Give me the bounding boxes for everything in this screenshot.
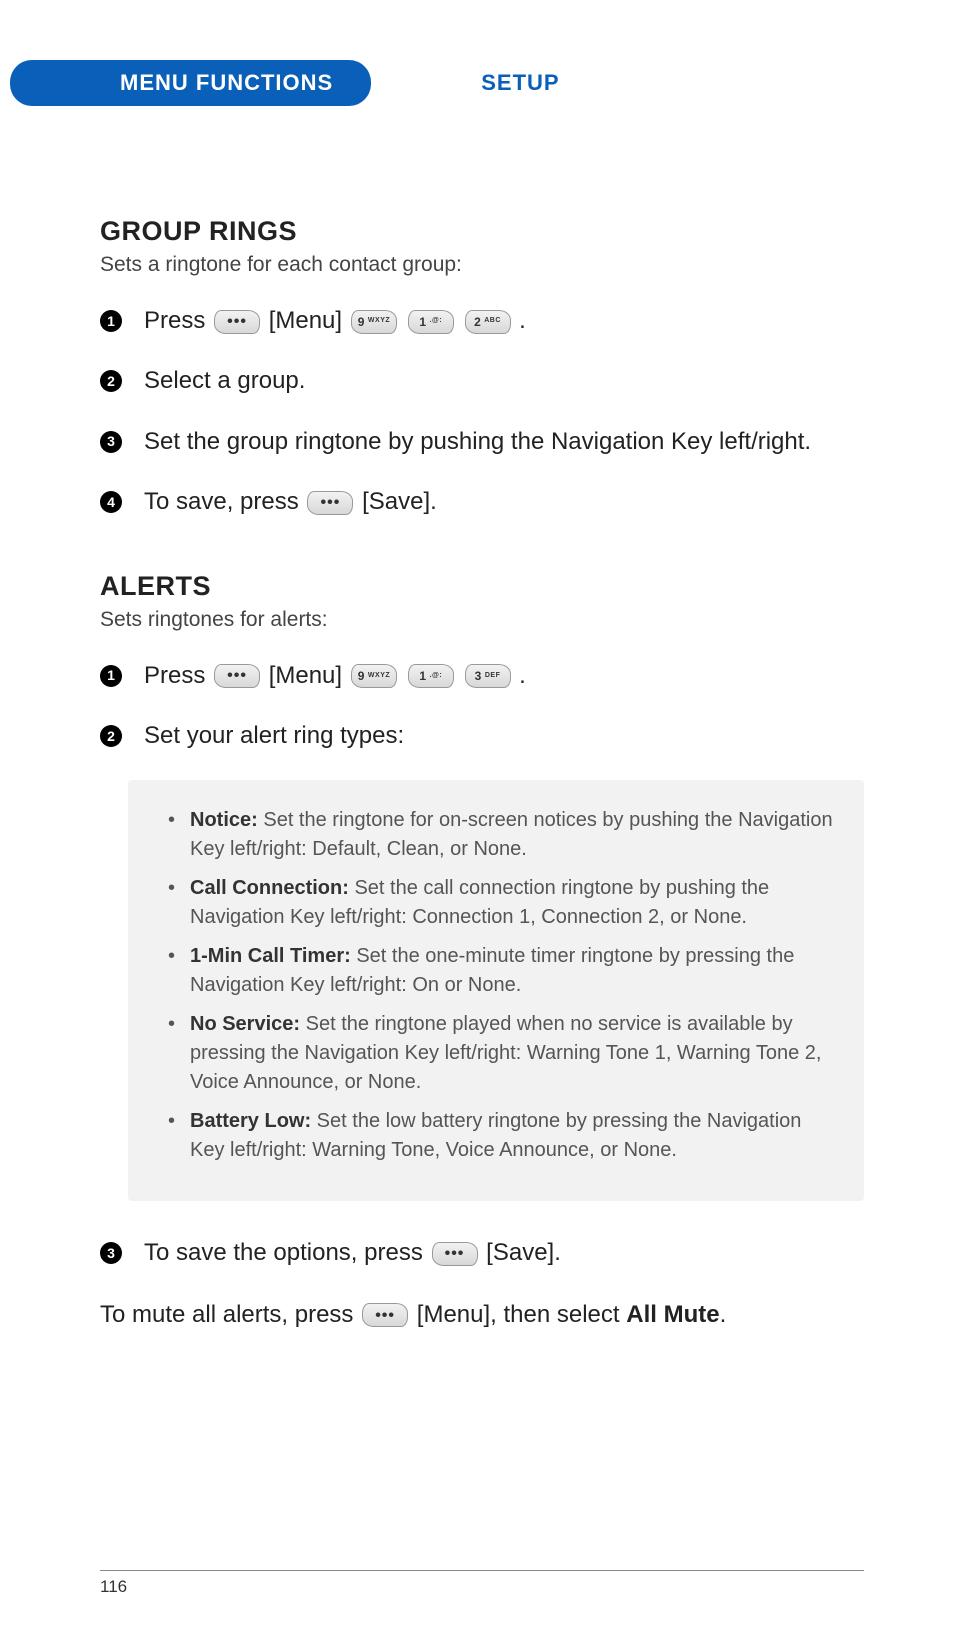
step-marker-icon: 3: [100, 431, 122, 453]
key-1-icon: 1.@:: [408, 664, 454, 688]
step-3: 3 To save the options, press ••• [Save].: [100, 1237, 864, 1269]
step-2: 2 Select a group.: [100, 365, 864, 397]
alert-type-item: Battery Low: Set the low battery rington…: [168, 1107, 834, 1165]
menu-label: [Menu]: [269, 307, 342, 334]
step-marker-icon: 3: [100, 1242, 122, 1264]
menu-label: [Menu]: [269, 662, 342, 689]
step-text: Press: [144, 307, 212, 334]
save-label: [Save].: [486, 1239, 561, 1266]
step-1: 1 Press ••• [Menu] 9WXYZ 1.@: 3DEF .: [100, 660, 864, 692]
save-key-icon: •••: [432, 1242, 478, 1266]
step-marker-icon: 4: [100, 491, 122, 513]
step-2: 2 Set your alert ring types:: [100, 720, 864, 752]
save-label: [Save].: [362, 488, 437, 515]
key-3-icon: 3DEF: [465, 664, 511, 688]
setup-label: SETUP: [481, 70, 559, 96]
group-rings-heading: GROUP RINGS: [100, 216, 864, 247]
page-header: MENU FUNCTIONS SETUP: [70, 60, 864, 106]
step-3: 3 Set the group ringtone by pushing the …: [100, 426, 864, 458]
step-text: Select a group.: [144, 365, 864, 397]
alerts-steps-part1: 1 Press ••• [Menu] 9WXYZ 1.@: 3DEF . 2 S…: [100, 660, 864, 753]
step-text: Press: [144, 662, 212, 689]
key-9-icon: 9WXYZ: [351, 664, 397, 688]
key-2-icon: 2ABC: [465, 310, 511, 334]
alert-type-item: 1-Min Call Timer: Set the one-minute tim…: [168, 942, 834, 1000]
alerts-steps-part2: 3 To save the options, press ••• [Save].: [100, 1237, 864, 1269]
page-number: 116: [100, 1577, 127, 1596]
menu-functions-tab: MENU FUNCTIONS: [10, 60, 371, 106]
key-1-icon: 1.@:: [408, 310, 454, 334]
alert-type-item: No Service: Set the ringtone played when…: [168, 1010, 834, 1097]
alert-type-item: Call Connection: Set the call connection…: [168, 874, 834, 932]
key-9-icon: 9WXYZ: [351, 310, 397, 334]
alerts-heading: ALERTS: [100, 571, 864, 602]
step-4: 4 To save, press ••• [Save].: [100, 486, 864, 518]
menu-key-icon: •••: [362, 1303, 408, 1327]
step-marker-icon: 1: [100, 310, 122, 332]
step-text: To save the options, press: [144, 1239, 430, 1266]
group-rings-steps: 1 Press ••• [Menu] 9WXYZ 1.@: 2ABC . 2 S…: [100, 305, 864, 519]
step-text: Set your alert ring types:: [144, 720, 864, 752]
alerts-sub: Sets ringtones for alerts:: [100, 608, 864, 632]
step-tail: .: [519, 662, 526, 689]
mute-instruction: To mute all alerts, press ••• [Menu], th…: [100, 1298, 864, 1333]
step-marker-icon: 1: [100, 665, 122, 687]
step-tail: .: [519, 307, 526, 334]
alert-type-item: Notice: Set the ringtone for on-screen n…: [168, 806, 834, 864]
save-key-icon: •••: [307, 491, 353, 515]
menu-key-icon: •••: [214, 310, 260, 334]
group-rings-sub: Sets a ringtone for each contact group:: [100, 253, 864, 277]
step-1: 1 Press ••• [Menu] 9WXYZ 1.@: 2ABC .: [100, 305, 864, 337]
step-marker-icon: 2: [100, 725, 122, 747]
step-text: To save, press: [144, 488, 305, 515]
alert-types-box: Notice: Set the ringtone for on-screen n…: [128, 780, 864, 1201]
step-text: Set the group ringtone by pushing the Na…: [144, 426, 864, 458]
step-marker-icon: 2: [100, 370, 122, 392]
menu-key-icon: •••: [214, 664, 260, 688]
page-footer: 116: [100, 1570, 864, 1597]
